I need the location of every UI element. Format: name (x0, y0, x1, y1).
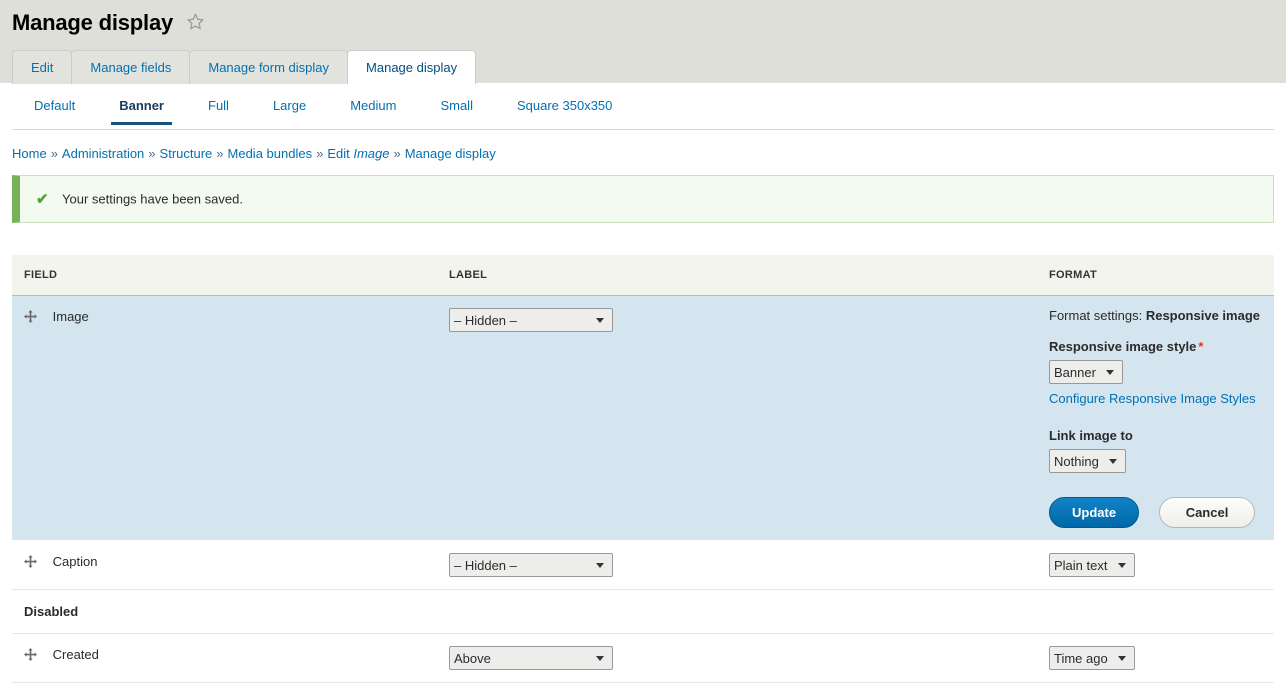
label-cell-created: Above (437, 633, 1037, 683)
table-row-caption[interactable]: Caption – Hidden – Plain text (12, 540, 1274, 590)
responsive-image-style-select[interactable]: Banner (1049, 360, 1123, 384)
responsive-image-style-label-text: Responsive image style (1049, 339, 1197, 354)
tab-manage-display[interactable]: Manage display (347, 50, 477, 85)
breadcrumb-item-home[interactable]: Home (12, 146, 47, 161)
format-cell-caption: Plain text (1037, 540, 1274, 590)
format-cell-image: Format settings: Responsive image Respon… (1037, 295, 1274, 541)
label-select-caption[interactable]: – Hidden – (449, 553, 613, 577)
content-panel: Default Banner Full Large Medium Small Square … (0, 84, 1286, 683)
label-cell-caption: – Hidden – (437, 540, 1037, 590)
table-body: Image – Hidden – Format settings: Respon… (12, 295, 1274, 683)
format-select-wrapper-caption: Plain text (1049, 553, 1135, 577)
view-mode-default[interactable]: Default (12, 98, 97, 124)
column-header-format: FORMAT (1037, 255, 1274, 296)
view-mode-square-350x350[interactable]: Square 350x350 (495, 98, 634, 124)
required-marker-icon: * (1198, 339, 1204, 354)
field-display-table: FIELD LABEL FORMAT Image – Hidden – Form… (12, 255, 1274, 683)
format-cell-created: Time ago (1037, 633, 1274, 683)
column-header-label: LABEL (437, 255, 1037, 296)
page-header: Manage display (0, 0, 1286, 50)
group-empty-label-cell (437, 589, 1037, 634)
status-message: ✔ Your settings have been saved. (12, 175, 1274, 223)
checkmark-icon: ✔ (36, 191, 49, 208)
link-image-to-select[interactable]: Nothing (1049, 449, 1126, 473)
format-select-caption[interactable]: Plain text (1049, 553, 1135, 577)
format-settings-title: Format settings: Responsive image (1049, 308, 1262, 323)
field-cell-caption: Caption (12, 540, 437, 590)
page-title: Manage display (12, 10, 174, 35)
tab-manage-fields[interactable]: Manage fields (71, 50, 191, 84)
tab-edit[interactable]: Edit (12, 50, 73, 84)
view-mode-large[interactable]: Large (251, 98, 328, 124)
table-head: FIELD LABEL FORMAT (12, 255, 1274, 296)
group-label-disabled: Disabled (12, 589, 437, 634)
move-cross-icon[interactable] (24, 310, 37, 324)
format-select-wrapper-created: Time ago (1049, 646, 1135, 670)
format-select-created[interactable]: Time ago (1049, 646, 1135, 670)
move-cross-icon[interactable] (24, 555, 37, 569)
label-select-created[interactable]: Above (449, 646, 613, 670)
status-message-text: Your settings have been saved. (62, 191, 243, 207)
format-settings-prefix: Format settings: (1049, 308, 1143, 323)
table-row-disabled-group: Disabled (12, 589, 1274, 634)
label-cell-image: – Hidden – (437, 295, 1037, 541)
update-button[interactable]: Update (1049, 497, 1140, 528)
breadcrumb-separator: » (216, 146, 224, 161)
view-mode-small[interactable]: Small (418, 98, 495, 124)
format-settings-name: Responsive image (1145, 308, 1260, 323)
responsive-image-style-label: Responsive image style * (1049, 339, 1262, 354)
view-mode-tab-bar: Default Banner Full Large Medium Small Square … (12, 84, 1274, 130)
format-settings-actions: Update Cancel (1049, 497, 1262, 528)
group-empty-format-cell (1037, 589, 1274, 634)
table-row-image[interactable]: Image – Hidden – Format settings: Respon… (12, 295, 1274, 541)
view-mode-banner[interactable]: Banner (97, 98, 186, 125)
breadcrumb-item-manage-display[interactable]: Manage display (405, 146, 496, 161)
primary-tab-bar: Edit Manage fields Manage form display Mana… (0, 50, 1286, 85)
responsive-image-style-select-wrapper: Banner (1049, 360, 1123, 384)
label-select-wrapper-image: – Hidden – (449, 308, 613, 332)
breadcrumb-separator: » (393, 146, 401, 161)
breadcrumb-item-edit[interactable]: Edit (327, 146, 349, 161)
breadcrumb-separator: » (148, 146, 156, 161)
field-cell-created: Created (12, 633, 437, 683)
field-cell-image: Image (12, 295, 437, 541)
star-outline-icon[interactable] (186, 12, 205, 31)
column-header-field: FIELD (12, 255, 437, 296)
field-label-image: Image (52, 309, 89, 325)
cancel-button[interactable]: Cancel (1158, 497, 1256, 528)
link-image-to-group: Link image to Nothing (1049, 428, 1262, 473)
view-mode-medium[interactable]: Medium (328, 98, 418, 124)
breadcrumb-separator: » (316, 146, 324, 161)
tab-manage-form-display[interactable]: Manage form display (189, 50, 349, 84)
link-image-to-label: Link image to (1049, 428, 1133, 443)
field-label-caption: Caption (52, 554, 98, 570)
configure-responsive-image-styles-link[interactable]: Configure Responsive Image Styles (1049, 391, 1262, 406)
label-select-wrapper-caption: – Hidden – (449, 553, 613, 577)
label-select-image[interactable]: – Hidden – (449, 308, 613, 332)
field-label-created: Created (52, 647, 99, 663)
breadcrumb-item-administration[interactable]: Administration (62, 146, 144, 161)
breadcrumb-separator: » (50, 146, 58, 161)
label-select-wrapper-created: Above (449, 646, 613, 670)
view-mode-full[interactable]: Full (186, 98, 251, 124)
table-header-row: FIELD LABEL FORMAT (12, 255, 1274, 296)
move-cross-icon[interactable] (24, 648, 37, 662)
breadcrumb-item-structure[interactable]: Structure (160, 146, 213, 161)
breadcrumb-item-image[interactable]: Image (353, 146, 389, 161)
breadcrumb: Home» Administration» Structure» Media bund… (12, 130, 1274, 175)
table-row-created[interactable]: Created Above Time ago (12, 633, 1274, 683)
breadcrumb-item-media-bundles[interactable]: Media bundles (228, 146, 313, 161)
link-image-to-select-wrapper: Nothing (1049, 449, 1126, 473)
